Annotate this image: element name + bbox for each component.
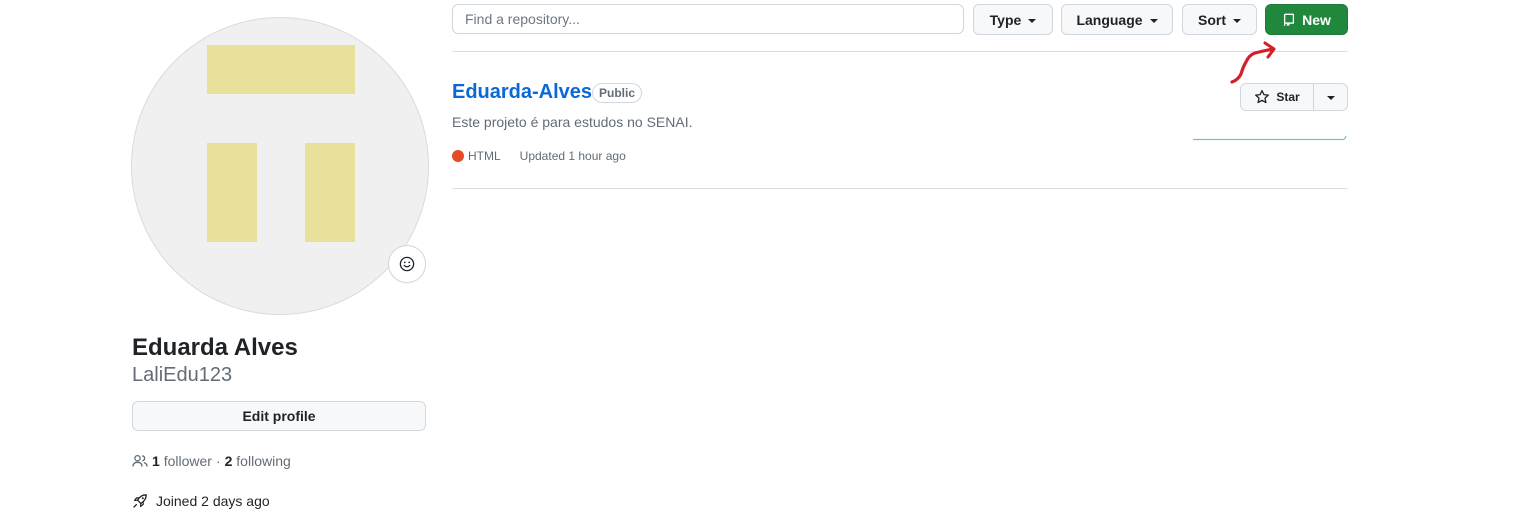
- set-status-button[interactable]: [388, 245, 426, 283]
- sort-button[interactable]: Sort: [1182, 4, 1257, 35]
- new-repository-label: New: [1302, 11, 1331, 28]
- joined-text: Joined 2 days ago: [156, 493, 270, 509]
- chevron-down-icon: [1233, 18, 1241, 23]
- star-icon: [1255, 89, 1270, 104]
- red-arrow-annotation: [1230, 41, 1276, 84]
- language-filter-button[interactable]: Language: [1061, 4, 1173, 35]
- profile-fullname: Eduarda Alves: [132, 334, 298, 361]
- followers-link[interactable]: 1 follower: [152, 453, 212, 469]
- following-link[interactable]: 2 following: [225, 453, 291, 469]
- star-lists-dropdown[interactable]: [1314, 83, 1348, 111]
- follow-stats: 1 follower · 2 following: [132, 451, 291, 471]
- star-label: Star: [1276, 90, 1300, 104]
- profile-username: LaliEdu123: [132, 364, 233, 386]
- repository-language: HTML: [468, 149, 501, 163]
- visibility-badge: Public: [592, 83, 643, 103]
- chevron-down-icon: [1326, 96, 1335, 100]
- avatar-block-right: [305, 143, 355, 242]
- edit-profile-button[interactable]: Edit profile: [132, 401, 426, 431]
- new-repository-button[interactable]: New: [1265, 4, 1348, 35]
- chevron-down-icon: [1028, 18, 1037, 23]
- divider: [452, 51, 1348, 52]
- rocket-icon: [133, 494, 147, 508]
- repository-meta: HTML Updated 1 hour ago: [452, 148, 626, 164]
- repository-description: Este projeto é para estudos no SENAI.: [452, 114, 693, 130]
- star-button[interactable]: Star: [1240, 83, 1314, 111]
- star-button-group: Star: [1240, 83, 1348, 111]
- find-repository-input[interactable]: [452, 4, 964, 34]
- language-color-dot: [452, 150, 464, 162]
- repository-name-link[interactable]: Eduarda-Alves: [452, 80, 592, 104]
- avatar-block-top: [207, 45, 355, 94]
- profile-repositories-page: Eduarda Alves LaliEdu123 Edit profile 1 …: [0, 0, 1524, 523]
- type-filter-button[interactable]: Type: [973, 4, 1053, 35]
- joined-info: Joined 2 days ago: [132, 491, 270, 511]
- repository-updated: Updated 1 hour ago: [519, 149, 626, 163]
- repo-icon: [1284, 13, 1295, 26]
- following-label: following: [236, 453, 291, 469]
- activity-sparkline: [1193, 135, 1347, 141]
- followers-label: follower: [163, 453, 212, 469]
- divider: [452, 188, 1348, 189]
- avatar[interactable]: [131, 17, 429, 315]
- followers-count: 1: [152, 453, 160, 469]
- people-icon: [132, 454, 148, 467]
- language-filter-label: Language: [1076, 11, 1143, 28]
- type-filter-label: Type: [989, 11, 1022, 28]
- smiley-icon: [399, 256, 415, 272]
- sort-label: Sort: [1198, 11, 1226, 28]
- chevron-down-icon: [1149, 18, 1158, 23]
- following-count: 2: [224, 453, 233, 469]
- follow-separator: ·: [215, 453, 221, 469]
- avatar-block-left: [207, 143, 257, 242]
